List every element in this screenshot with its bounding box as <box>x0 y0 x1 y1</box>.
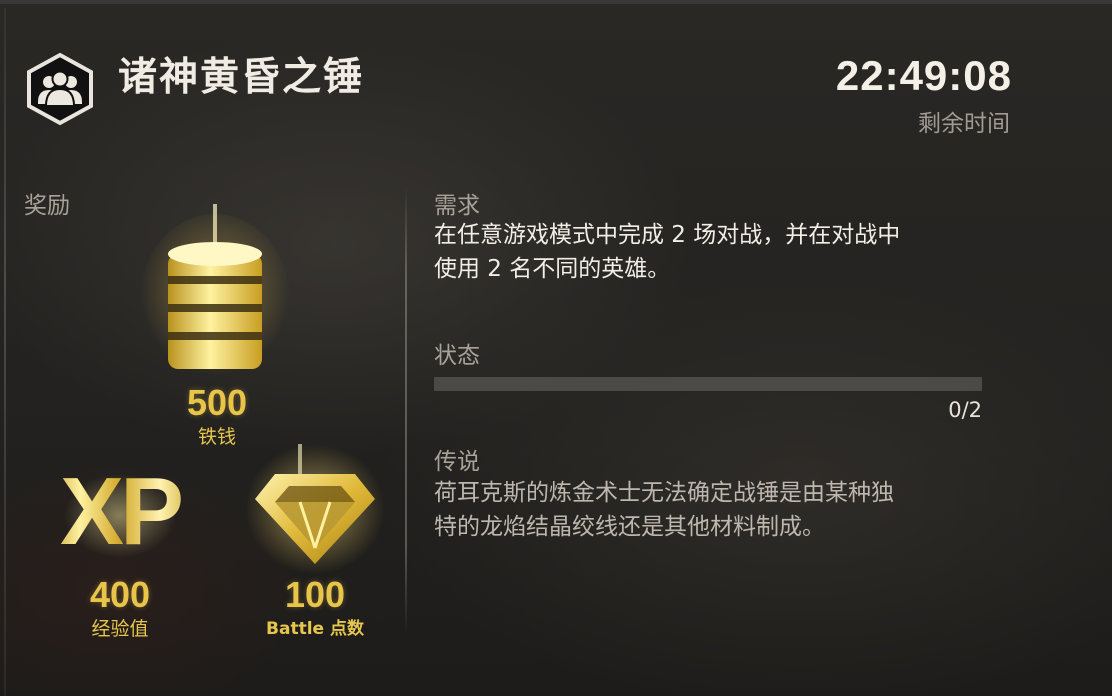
requirement-text: 在任意游戏模式中完成 2 场对战，并在对战中 使用 2 名不同的英雄。 <box>434 218 900 286</box>
battle-points-amount: 100 <box>284 574 346 615</box>
battle-points-label: Battle 点数 <box>266 619 364 639</box>
rewards-label: 奖励 <box>24 193 70 219</box>
coins-amount: 500 <box>186 382 248 423</box>
diamond-icon <box>245 444 385 574</box>
lore-line-2: 特的龙焰结晶绞线还是其他材料制成。 <box>434 514 825 540</box>
xp-amount: 400 <box>89 574 151 615</box>
panel-edge <box>4 8 6 696</box>
lore-label: 传说 <box>434 449 480 475</box>
group-emblem-icon <box>27 52 93 126</box>
xp-label: 经验值 <box>91 618 149 640</box>
countdown-timer: 22:49:08 <box>835 52 1012 99</box>
contract-panel: 诸神黄昏之锤 22:49:08 剩余时间 奖励 500 铁钱 XP 400 经验… <box>0 0 1112 696</box>
status-label: 状态 <box>434 343 480 369</box>
requirement-line-1: 在任意游戏模式中完成 2 场对战，并在对战中 <box>434 222 901 248</box>
lore-line-1: 荷耳克斯的炼金术士无法确定战锤是由某种独 <box>434 480 894 506</box>
column-divider <box>405 186 407 634</box>
xp-icon: XP <box>40 444 200 574</box>
lore-text: 荷耳克斯的炼金术士无法确定战锤是由某种独 特的龙焰结晶绞线还是其他材料制成。 <box>434 476 894 544</box>
coin-stack-icon <box>140 204 290 384</box>
timer-label: 剩余时间 <box>918 111 1010 137</box>
requirement-line-2: 使用 2 名不同的英雄。 <box>434 256 671 282</box>
contract-title: 诸神黄昏之锤 <box>118 55 365 100</box>
progress-bar <box>434 377 982 391</box>
progress-count: 0/2 <box>948 398 982 422</box>
xp-icon-text: XP <box>40 462 200 562</box>
requirement-label: 需求 <box>434 193 480 219</box>
